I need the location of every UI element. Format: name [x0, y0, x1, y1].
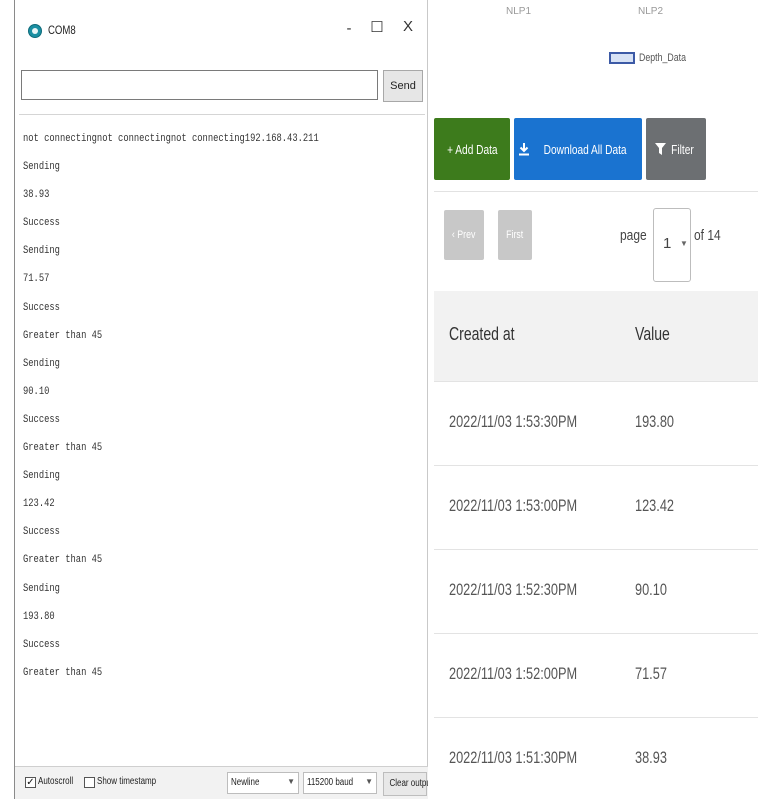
add-data-label: + Add Data [446, 141, 498, 157]
output-line: 38.93 [23, 189, 50, 202]
download-icon [518, 143, 529, 156]
cell-value: 71.57 [635, 664, 667, 683]
header-value: Value [635, 324, 670, 344]
table-header: Created at Value [434, 291, 758, 381]
data-dashboard: NLP1 NLP2 Depth_Data + Add Data Download… [428, 0, 758, 799]
cell-value: 90.10 [635, 580, 667, 599]
maximize-button[interactable]: ☐ [368, 18, 386, 36]
cell-value: 123.42 [635, 496, 674, 515]
cell-created-at: 2022/11/03 1:51:30PM [449, 748, 578, 767]
clear-output-label: Clear output [389, 778, 434, 789]
status-bar: ✓ Autoscroll Show timestamp Newline ▼ 11… [15, 766, 433, 799]
clear-output-button[interactable]: Clear output [383, 772, 433, 796]
serial-input-field[interactable] [21, 70, 378, 100]
output-line: not connectingnot connectingnot connecti… [23, 133, 319, 145]
output-line: 193.80 [23, 610, 55, 623]
chevron-down-icon: ▼ [365, 777, 373, 786]
send-button[interactable]: Send [383, 70, 423, 102]
download-all-data-label: Download All Data [543, 141, 627, 157]
legend-label-1: NLP1 [506, 6, 532, 17]
cell-created-at: 2022/11/03 1:52:00PM [449, 664, 578, 683]
output-line: Sending [23, 161, 60, 174]
filter-icon [655, 143, 667, 155]
output-line: Sending [23, 582, 60, 595]
output-line: Greater than 45 [23, 442, 103, 455]
output-line: Greater than 45 [23, 666, 103, 679]
output-line: Sending [23, 357, 60, 370]
output-lines: not connectingnot connectingnot connecti… [19, 115, 425, 687]
line-ending-select[interactable]: Newline ▼ [227, 772, 299, 794]
table-row: 2022/11/03 1:53:00PM 123.42 [434, 465, 758, 549]
first-page-button[interactable]: First [498, 210, 532, 260]
output-line: Sending [23, 245, 60, 258]
cell-value: 38.93 [635, 748, 667, 767]
output-line: Success [23, 638, 60, 651]
data-table: Created at Value 2022/11/03 1:53:30PM 193… [434, 291, 758, 799]
download-all-data-button[interactable]: Download All Data [514, 118, 642, 180]
output-line: Greater than 45 [23, 329, 103, 342]
legend-label: Depth_Data [639, 52, 686, 64]
title-bar[interactable]: COM8 - ☐ X [15, 0, 427, 64]
output-line: Success [23, 413, 60, 426]
table-row: 2022/11/03 1:53:30PM 193.80 [434, 381, 758, 465]
chevron-down-icon: ▼ [287, 777, 295, 786]
minimize-button[interactable]: - [340, 20, 358, 37]
output-line: Success [23, 217, 60, 230]
autoscroll-label: Autoscroll [38, 776, 74, 787]
cell-created-at: 2022/11/03 1:53:30PM [449, 412, 578, 431]
cell-created-at: 2022/11/03 1:53:00PM [449, 496, 578, 515]
send-row: Send [21, 70, 427, 102]
serial-monitor-window: COM8 - ☐ X Send not connectingnot connec… [14, 0, 433, 799]
cell-value: 193.80 [635, 412, 674, 431]
prev-page-button[interactable]: ‹ Prev [444, 210, 484, 260]
output-line: Success [23, 301, 60, 314]
table-row: 2022/11/03 1:52:00PM 71.57 [434, 633, 758, 717]
table-row: 2022/11/03 1:51:30PM 38.93 [434, 717, 758, 799]
baud-rate-value: 115200 baud [307, 777, 354, 788]
legend-label-2: NLP2 [638, 6, 664, 17]
table-row: 2022/11/03 1:52:30PM 90.10 [434, 549, 758, 633]
page-select[interactable]: 1 ▼ [653, 208, 691, 282]
table-body: 2022/11/03 1:53:30PM 193.80 2022/11/03 1:5… [434, 381, 758, 799]
filter-label: Filter [671, 141, 694, 157]
show-timestamp-checkbox[interactable] [84, 777, 95, 788]
serial-output-area[interactable]: not connectingnot connectingnot connecti… [19, 114, 425, 759]
output-line: Sending [23, 470, 60, 483]
show-timestamp-label: Show timestamp [97, 776, 157, 787]
prev-label: ‹ Prev [452, 229, 476, 241]
output-line: Greater than 45 [23, 554, 103, 567]
chart-legend[interactable]: Depth_Data [609, 52, 698, 64]
output-line: Success [23, 526, 60, 539]
header-created-at: Created at [449, 324, 515, 344]
legend-swatch [609, 52, 635, 64]
add-data-button[interactable]: + Add Data [434, 118, 510, 180]
window-title: COM8 [48, 23, 76, 37]
filter-button[interactable]: Filter [646, 118, 706, 180]
line-ending-value: Newline [231, 777, 260, 788]
page-total: of 14 [694, 227, 721, 244]
close-button[interactable]: X [399, 18, 417, 35]
output-line: 90.10 [23, 385, 50, 398]
output-line: 71.57 [23, 273, 50, 286]
autoscroll-checkbox[interactable]: ✓ [25, 777, 36, 788]
page-label: page [620, 227, 647, 244]
first-label: First [506, 229, 524, 241]
chevron-down-icon: ▼ [680, 239, 688, 248]
arduino-app-icon [28, 24, 42, 38]
baud-rate-select[interactable]: 115200 baud ▼ [303, 772, 377, 794]
current-page-value: 1 [663, 235, 672, 252]
divider [434, 191, 758, 192]
cell-created-at: 2022/11/03 1:52:30PM [449, 580, 578, 599]
output-line: 123.42 [23, 498, 55, 511]
